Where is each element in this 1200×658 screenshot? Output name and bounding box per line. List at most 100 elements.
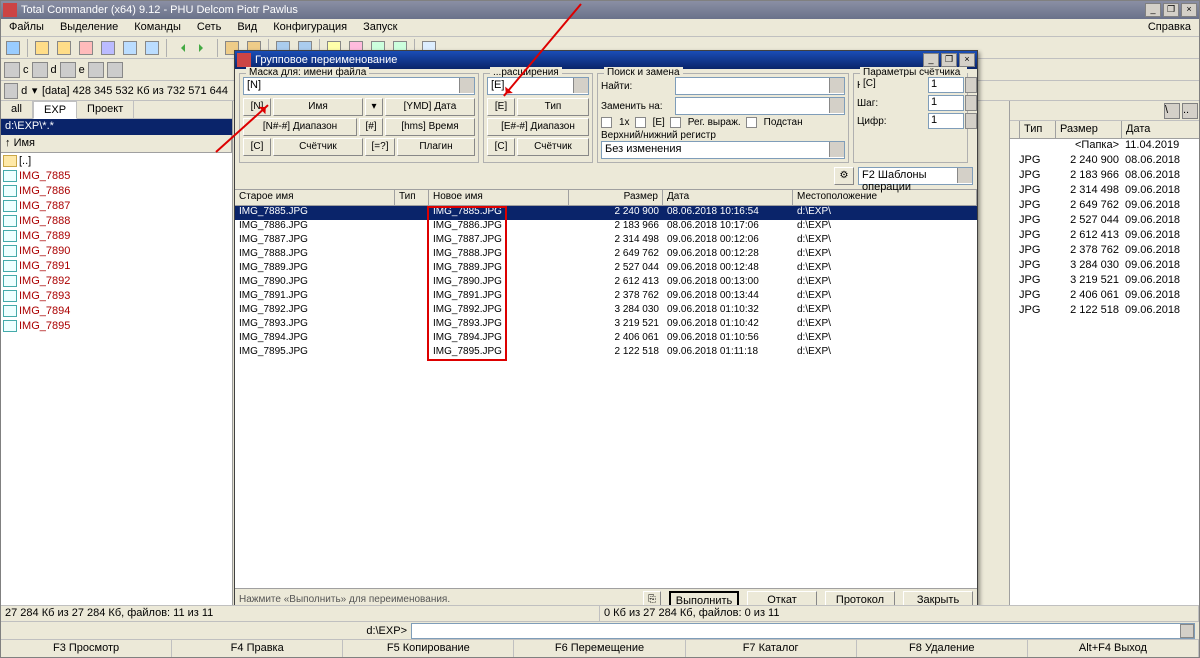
ext-dropdown-icon[interactable]	[573, 78, 588, 93]
dialog-file-list[interactable]: IMG_7885.JPGIMG_7885.JPG2 240 90008.06.2…	[235, 206, 977, 588]
btn-ext-range[interactable]: [E#-#] Диапазон	[487, 118, 589, 136]
rename-row[interactable]: IMG_7895.JPGIMG_7895.JPG2 122 51809.06.2…	[235, 346, 977, 360]
drive-c-label[interactable]: c	[23, 64, 29, 76]
rename-row[interactable]: IMG_7890.JPGIMG_7890.JPG2 612 41309.06.2…	[235, 276, 977, 290]
drive-net-icon[interactable]	[88, 62, 104, 78]
dh-new[interactable]: Новое имя	[429, 190, 569, 205]
left-path[interactable]: d:\EXP\*.*	[1, 119, 232, 135]
drive-other-icon[interactable]	[107, 62, 123, 78]
tool-full[interactable]	[54, 38, 74, 58]
current-drive-icon[interactable]	[4, 83, 18, 99]
cmd-dropdown-icon[interactable]	[1180, 624, 1194, 638]
btn-hms[interactable]: [hms] Время	[385, 118, 475, 136]
right-up-button[interactable]: ..	[1182, 103, 1198, 119]
file-row[interactable]: JPG2 378 76209.06.2018	[1010, 244, 1199, 259]
file-row[interactable]: IMG_7895	[1, 318, 232, 333]
tab[interactable]: EXP	[33, 101, 77, 119]
chk-e[interactable]	[635, 117, 646, 128]
digits-input[interactable]: 1	[928, 113, 964, 129]
drive-d-icon[interactable]	[32, 62, 48, 78]
close-button[interactable]: ×	[1181, 3, 1197, 17]
btn-counter[interactable]: Счётчик	[273, 138, 363, 156]
menu-item[interactable]: Запуск	[355, 19, 405, 36]
nav-back-button[interactable]	[171, 38, 191, 58]
chk-1x[interactable]	[601, 117, 612, 128]
tool-equal[interactable]	[142, 38, 162, 58]
tool-brief[interactable]	[32, 38, 52, 58]
file-row[interactable]: JPG2 649 76209.06.2018	[1010, 199, 1199, 214]
settings-button[interactable]: ⚙	[834, 167, 854, 185]
tool-refresh[interactable]	[3, 38, 23, 58]
file-row[interactable]: JPG2 406 06109.06.2018	[1010, 289, 1199, 304]
rename-row[interactable]: IMG_7893.JPGIMG_7893.JPG3 219 52109.06.2…	[235, 318, 977, 332]
start-input[interactable]: 1	[928, 77, 964, 93]
digits-spin[interactable]	[965, 113, 977, 129]
rename-row[interactable]: IMG_7888.JPGIMG_7888.JPG2 649 76209.06.2…	[235, 248, 977, 262]
mask-dropdown-icon[interactable]	[459, 78, 474, 93]
rename-row[interactable]: IMG_7894.JPGIMG_7894.JPG2 406 06109.06.2…	[235, 332, 977, 346]
fkey-button[interactable]: F6 Перемещение	[514, 640, 685, 657]
btn-name[interactable]: Имя	[273, 98, 363, 116]
btn-n[interactable]: [N]	[243, 98, 271, 116]
file-row[interactable]: IMG_7887	[1, 198, 232, 213]
btn-ext-counter[interactable]: Счётчик	[517, 138, 589, 156]
file-row[interactable]: JPG2 122 51809.06.2018	[1010, 304, 1199, 319]
maximize-button[interactable]: ❐	[1163, 3, 1179, 17]
btn-c[interactable]: [C]	[243, 138, 271, 156]
btn-e[interactable]: [E]	[487, 98, 515, 116]
dh-size[interactable]: Размер	[569, 190, 663, 205]
file-row[interactable]: [..]	[1, 153, 232, 168]
fkey-button[interactable]: F5 Копирование	[343, 640, 514, 657]
fkey-button[interactable]: F4 Правка	[172, 640, 343, 657]
drive-c-icon[interactable]	[4, 62, 20, 78]
file-row[interactable]: JPG2 527 04409.06.2018	[1010, 214, 1199, 229]
drive-d-label[interactable]: d	[51, 64, 57, 76]
rename-row[interactable]: IMG_7889.JPGIMG_7889.JPG2 527 04409.06.2…	[235, 262, 977, 276]
templates-select[interactable]: F2 Шаблоны операции	[858, 167, 973, 185]
file-row[interactable]: IMG_7892	[1, 273, 232, 288]
btn-plugin[interactable]: Плагин	[397, 138, 475, 156]
chk-subst[interactable]	[746, 117, 757, 128]
step-spin[interactable]	[965, 95, 977, 111]
file-row[interactable]: IMG_7894	[1, 303, 232, 318]
rename-row[interactable]: IMG_7887.JPGIMG_7887.JPG2 314 49809.06.2…	[235, 234, 977, 248]
step-input[interactable]: 1	[928, 95, 964, 111]
btn-dropdown[interactable]: ▾	[365, 98, 383, 116]
menu-help[interactable]: Справка	[1140, 19, 1199, 36]
rename-row[interactable]: IMG_7892.JPGIMG_7892.JPG3 284 03009.06.2…	[235, 304, 977, 318]
mask-input[interactable]: [N]	[243, 77, 475, 95]
file-row[interactable]: JPG2 240 90008.06.2018	[1010, 154, 1199, 169]
btn-hash[interactable]: [#]	[359, 118, 383, 136]
right-root-button[interactable]: \	[1164, 103, 1180, 119]
fkey-button[interactable]: F3 Просмотр	[1, 640, 172, 657]
current-drive-letter[interactable]: d	[21, 85, 27, 97]
file-row[interactable]: IMG_7891	[1, 258, 232, 273]
rename-row[interactable]: IMG_7885.JPGIMG_7885.JPG2 240 90008.06.2…	[235, 206, 977, 220]
menu-item[interactable]: Вид	[229, 19, 265, 36]
tool-swap[interactable]	[120, 38, 140, 58]
file-row[interactable]: IMG_7890	[1, 243, 232, 258]
btn-range[interactable]: [N#-#] Диапазон	[243, 118, 357, 136]
btn-type[interactable]: Тип	[517, 98, 589, 116]
find-dropdown-icon[interactable]	[829, 78, 844, 93]
dh-date[interactable]: Дата	[663, 190, 793, 205]
cmd-input[interactable]	[411, 623, 1195, 639]
menu-item[interactable]: Сеть	[189, 19, 229, 36]
case-dropdown-icon[interactable]	[829, 142, 844, 157]
minimize-button[interactable]: _	[1145, 3, 1161, 17]
start-spin[interactable]	[965, 77, 977, 93]
rename-row[interactable]: IMG_7891.JPGIMG_7891.JPG2 378 76209.06.2…	[235, 290, 977, 304]
col-type-header[interactable]: Тип	[1019, 121, 1055, 138]
replace-dropdown-icon[interactable]	[829, 98, 844, 113]
menu-item[interactable]: Файлы	[1, 19, 52, 36]
fkey-button[interactable]: F7 Каталог	[686, 640, 857, 657]
tool-thumbs[interactable]	[98, 38, 118, 58]
file-row[interactable]: IMG_7889	[1, 228, 232, 243]
btn-eq[interactable]: [=?]	[365, 138, 395, 156]
drive-e-icon[interactable]	[60, 62, 76, 78]
btn-ymd[interactable]: [YMD] Дата	[385, 98, 475, 116]
templates-dropdown-icon[interactable]	[957, 168, 972, 183]
file-row[interactable]: <Папка>11.04.2019	[1010, 139, 1199, 154]
file-row[interactable]: JPG2 612 41309.06.2018	[1010, 229, 1199, 244]
col-name-header[interactable]: ↑ Имя	[1, 135, 232, 152]
